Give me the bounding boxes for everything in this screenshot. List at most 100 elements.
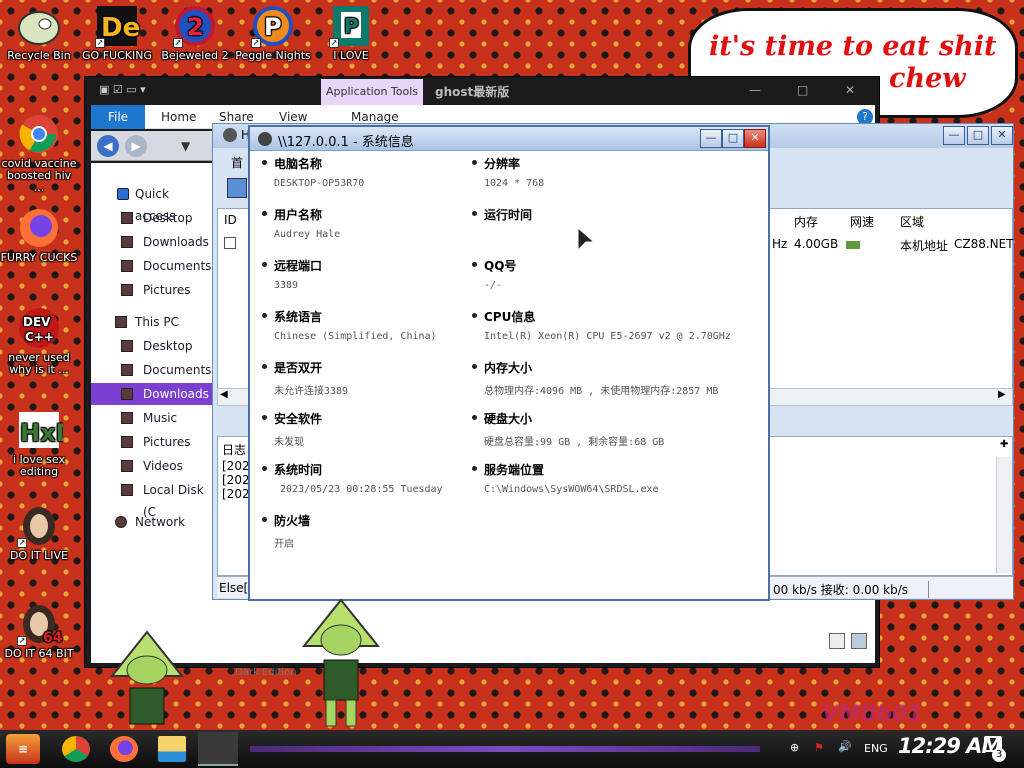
system-info-dialog[interactable]: \\127.0.0.1 - 系统信息 — □ ✕ 电脑名称 DESKTOP-OP… [248, 125, 770, 601]
desktop-icon-chrome[interactable]: covid vaccine boosted hiv ... [0, 112, 78, 194]
desktop-icon-do-it-64-bit[interactable]: 64 ↗ DO IT 64 BIT [0, 602, 78, 660]
desktop-icon-do-it-live[interactable]: ↗ DO IT LIVE [0, 504, 78, 562]
scroll-right-icon[interactable]: ▶ [998, 389, 1006, 400]
downloads-folder-icon [121, 388, 133, 400]
desktop-icon-firefox[interactable]: FURRY CUCKS [0, 206, 78, 264]
nav-pc-music[interactable]: Music [91, 407, 213, 429]
desktop-icon-recycle-bin[interactable]: Recycle Bin [0, 4, 78, 62]
desktop-icon-go-fucking[interactable]: De ↗ GO FUCKING [78, 4, 156, 62]
firefox-icon[interactable] [110, 736, 138, 762]
forward-icon[interactable]: ▶ [125, 135, 147, 157]
field-value: 2023/05/23 00:28:55 Tuesday [274, 484, 443, 495]
nav-pc-videos[interactable]: Videos [91, 455, 213, 477]
desktop-icon-peggle[interactable]: P ↗ Peggle Nights [234, 4, 312, 62]
field-label: 是否双开 [260, 359, 348, 376]
nav-pictures[interactable]: Pictures [91, 279, 213, 301]
field-disk-size: 硬盘大小 硬盘总容量:99 GB , 剩余容量:68 GB [470, 410, 664, 448]
field-label: 远程端口 [260, 257, 322, 274]
row-checkbox[interactable] [224, 237, 236, 249]
desktop-icon-devcpp[interactable]: DEV C++ never used why is it ... [0, 306, 78, 376]
field-label: 内存大小 [470, 359, 718, 376]
field-value: 硬盘总容量:99 GB , 剩余容量:68 GB [484, 437, 665, 448]
maximize-icon[interactable]: □ [797, 83, 808, 97]
dialog-titlebar[interactable]: \\127.0.0.1 - 系统信息 — □ ✕ [250, 127, 768, 151]
close-icon[interactable]: ✕ [991, 126, 1013, 145]
chevron-down-icon[interactable]: ▼ [181, 139, 190, 153]
quick-access-toolbar[interactable]: ▣ ☑ ▭ ▾ [99, 83, 179, 97]
svg-text:C++: C++ [25, 330, 54, 344]
maximize-icon[interactable]: □ [967, 126, 989, 145]
dialog-title: \\127.0.0.1 - 系统信息 [278, 135, 414, 150]
column-memory[interactable]: 内存 [794, 213, 818, 230]
tab-home[interactable]: Home [161, 105, 196, 129]
volume-icon[interactable]: 🔊 [838, 740, 852, 753]
chrome-icon[interactable] [62, 736, 90, 762]
scroll-left-icon[interactable]: ◀ [220, 389, 228, 400]
nav-downloads[interactable]: Downloads [91, 231, 213, 253]
column-id[interactable]: ID [224, 213, 237, 227]
minimize-icon[interactable]: — [749, 83, 761, 97]
desktop-icon-i-love[interactable]: P ↗ I LOVE [312, 4, 390, 62]
back-icon[interactable]: ◀ [97, 135, 119, 157]
toolbar-first-item[interactable]: 首 [231, 154, 243, 171]
field-label: 防火墙 [260, 512, 310, 529]
nav-label: Downloads [143, 387, 209, 401]
desktop-icon-bejeweled[interactable]: 2 ↗ Bejeweled 2 [156, 4, 234, 62]
column-region[interactable]: 区域 [900, 213, 924, 230]
field-label: 分辨率 [470, 155, 544, 172]
nav-pc-downloads[interactable]: Downloads [91, 383, 213, 405]
toolbar-tool-icon[interactable] [227, 178, 247, 198]
nav-pc-desktop[interactable]: Desktop [91, 335, 213, 357]
remote-tool-icon[interactable] [198, 732, 238, 766]
network-icon[interactable]: ⊕ [790, 741, 799, 754]
start-button[interactable]: ≡ [6, 734, 40, 764]
pin-icon[interactable]: ✚ [1000, 439, 1008, 450]
nav-quick-access[interactable]: Quick access [91, 183, 213, 223]
tab-application-tools[interactable]: Application Tools [321, 79, 423, 105]
vertical-scrollbar[interactable] [996, 457, 1012, 573]
nav-label: Documents [143, 259, 212, 273]
large-icons-view-icon[interactable] [851, 633, 867, 649]
details-view-icon[interactable] [829, 633, 845, 649]
desktop-icon-label: never used why is it ... [8, 351, 70, 376]
portrait-icon: ↗ [15, 504, 63, 548]
nav-documents[interactable]: Documents [91, 255, 213, 277]
minimize-icon[interactable]: — [700, 129, 722, 148]
svg-text:DEV: DEV [23, 315, 51, 329]
chrome-icon [15, 112, 63, 156]
minimize-icon[interactable]: — [943, 126, 965, 145]
field-value: DESKTOP-OP53R70 [274, 178, 365, 189]
field-value: Chinese (Simplified, China) [274, 331, 437, 342]
field-value: 总物理内存:4096 MB , 未使用物理内存:2857 MB [484, 386, 719, 397]
nav-pc-pictures[interactable]: Pictures [91, 431, 213, 453]
nav-this-pc[interactable]: This PC [91, 311, 213, 333]
nav-label: Music [143, 411, 178, 425]
close-icon[interactable]: ✕ [744, 129, 766, 148]
desktop-icon-label: FURRY CUCKS [0, 251, 78, 264]
explorer-titlebar[interactable]: ▣ ☑ ▭ ▾ Application Tools ghost最新版 — □ ✕ [85, 77, 879, 105]
file-explorer-icon[interactable] [158, 736, 186, 762]
notification-count: 3 [992, 748, 1006, 762]
field-value: 1024 * 768 [484, 178, 545, 189]
nav-label: Desktop [143, 339, 193, 353]
maximize-icon[interactable]: □ [722, 129, 744, 148]
field-uptime: 运行时间 [470, 206, 532, 229]
desktop-icon-hxd[interactable]: HxD i love sex editing [0, 408, 78, 478]
nav-pc-documents[interactable]: Documents [91, 359, 213, 381]
input-language[interactable]: ENG [864, 742, 888, 755]
field-server-location: 服务端位置 C:\Windows\SysWOW64\SRDSL.exe [470, 461, 659, 495]
field-value: Audrey Hale [274, 229, 341, 240]
documents-folder-icon [121, 260, 133, 272]
close-icon[interactable]: ✕ [845, 83, 855, 97]
tab-file[interactable]: File [91, 105, 145, 129]
column-net-speed[interactable]: 网速 [850, 213, 874, 230]
disk-icon [121, 484, 133, 496]
nav-network[interactable]: Network [91, 511, 213, 533]
nav-local-disk[interactable]: Local Disk (C [91, 479, 213, 519]
flag-icon[interactable]: ⚑ [814, 741, 824, 754]
bubble-line-1: it's time to eat shit [709, 31, 997, 62]
svg-text:De: De [101, 13, 140, 43]
de-app-icon: De ↗ [93, 4, 141, 48]
nav-desktop[interactable]: Desktop [91, 207, 213, 229]
field-dual-session: 是否双开 未允许连接3389 [260, 359, 348, 397]
